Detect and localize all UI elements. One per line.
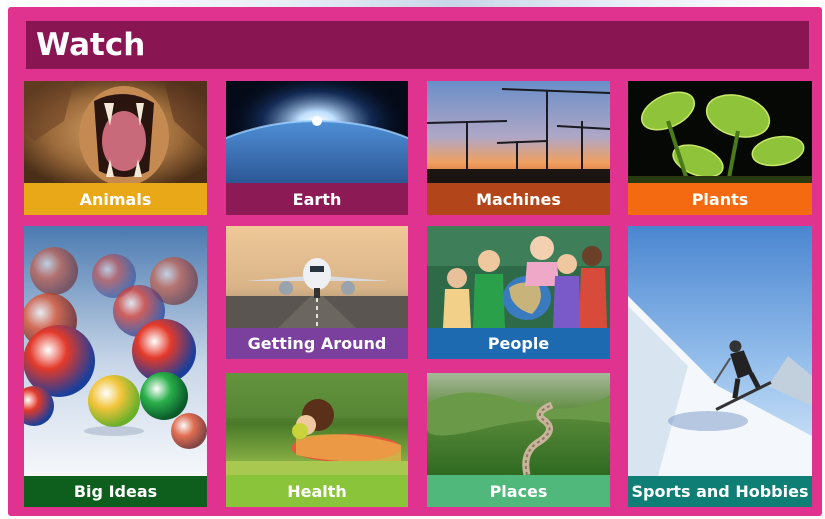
page-header: Watch — [26, 21, 809, 69]
tile-getting-around[interactable]: Getting Around — [226, 226, 408, 359]
children-image — [427, 226, 610, 328]
tile-label-people: People — [427, 328, 610, 359]
girl-apple-image — [226, 373, 408, 475]
tile-label-health: Health — [226, 475, 408, 507]
tile-label-animals: Animals — [24, 183, 207, 215]
skier-image — [628, 226, 812, 476]
watch-panel: Watch Animals Earth Machines Plants Big … — [8, 7, 822, 516]
tile-machines[interactable]: Machines — [427, 81, 610, 215]
lion-image — [24, 81, 207, 183]
tile-label-getting-around: Getting Around — [226, 328, 408, 359]
marbles-image — [24, 226, 207, 476]
tile-label-earth: Earth — [226, 183, 408, 215]
great-wall-image — [427, 373, 610, 475]
earth-image — [226, 81, 408, 183]
cranes-image — [427, 81, 610, 183]
airplane-image — [226, 226, 408, 328]
tile-people[interactable]: People — [427, 226, 610, 359]
tile-big-ideas[interactable]: Big Ideas — [24, 226, 207, 507]
flytrap-image — [628, 81, 812, 183]
page-title: Watch — [36, 27, 146, 63]
tile-places[interactable]: Places — [427, 373, 610, 507]
tile-label-places: Places — [427, 475, 610, 507]
tile-label-big-ideas: Big Ideas — [24, 476, 207, 507]
tile-health[interactable]: Health — [226, 373, 408, 507]
tile-earth[interactable]: Earth — [226, 81, 408, 215]
tile-label-plants: Plants — [628, 183, 812, 215]
tile-animals[interactable]: Animals — [24, 81, 207, 215]
tile-sports-and-hobbies[interactable]: Sports and Hobbies — [628, 226, 812, 507]
tile-plants[interactable]: Plants — [628, 81, 812, 215]
tile-label-machines: Machines — [427, 183, 610, 215]
tile-label-sports-and-hobbies: Sports and Hobbies — [628, 476, 812, 507]
